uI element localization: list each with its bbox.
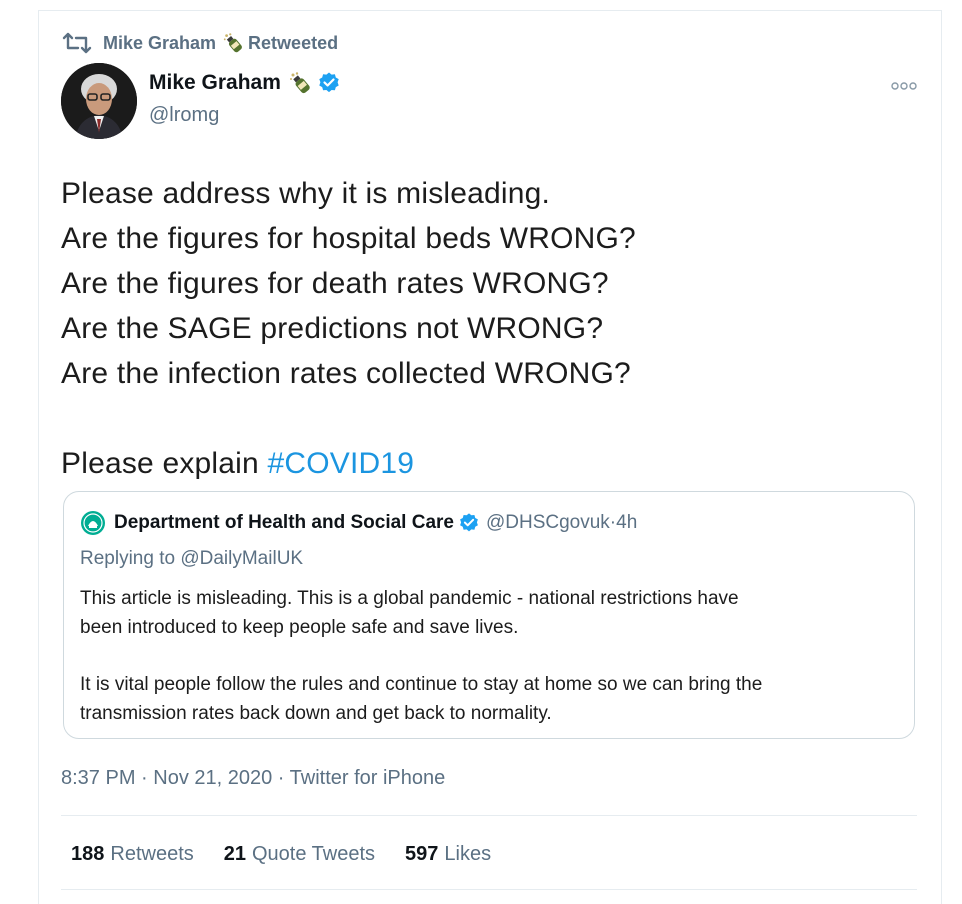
retweet-context[interactable]: Mike Graham Retweeted (61, 31, 338, 55)
divider (61, 815, 917, 816)
bottle-emoji-icon (289, 72, 310, 94)
quoted-tweet-header: Department of Health and Social Care @DH… (80, 510, 637, 536)
hashtag-link[interactable]: #COVID19 (267, 447, 414, 480)
replying-to[interactable]: Replying to @DailyMailUK (80, 548, 303, 570)
tweet-text: Please address why it is misleading. Are… (61, 171, 921, 486)
likes-count: 597 (405, 843, 439, 865)
tweet-closing-line: Please explain #COVID19 (61, 441, 921, 486)
quoted-author-name[interactable]: Department of Health and Social Care (114, 512, 454, 534)
quoted-tweet-text: This article is misleading. This is a gl… (80, 584, 910, 728)
verified-badge-icon (319, 72, 339, 93)
tweet-line: Are the infection rates collected WRONG? (61, 357, 631, 390)
retweets-count: 188 (71, 843, 105, 865)
tweet-line: Are the figures for hospital beds WRONG? (61, 222, 636, 255)
author-name-row[interactable]: Mike Graham (149, 71, 341, 95)
retweeted-label: Retweeted (248, 32, 339, 53)
tweet-closing-text: Please explain (61, 447, 268, 480)
quoted-text-line: It is vital people follow the rules and … (80, 674, 763, 695)
likes-label: Likes (444, 843, 492, 865)
quoted-author-handle[interactable]: @DHSCgovuk (486, 512, 610, 534)
tweet-card: Mike Graham Retweeted Mike Graham @lromg… (38, 10, 942, 904)
quoted-text-line: transmission rates back down and get bac… (80, 703, 552, 724)
quoted-text-line: been introduced to keep people safe and … (80, 617, 519, 638)
likes-stat[interactable]: 597 Likes (405, 843, 491, 866)
quote-tweets-count: 21 (223, 843, 246, 865)
tweet-line: Please address why it is misleading. (61, 177, 551, 210)
avatar[interactable] (61, 63, 137, 139)
quoted-text-line: This article is misleading. This is a gl… (80, 588, 739, 609)
author-display-name[interactable]: Mike Graham (149, 71, 281, 95)
quoted-tweet-time[interactable]: 4h (616, 512, 637, 534)
engagement-stats: 188 Retweets 21 Quote Tweets 597 Likes (71, 843, 521, 866)
dhsc-crest-icon (81, 511, 105, 535)
retweets-stat[interactable]: 188 Retweets (71, 843, 194, 866)
author-handle[interactable]: @lromg (149, 104, 219, 127)
divider (61, 889, 917, 890)
avatar-image (61, 63, 137, 139)
bottle-emoji-icon (223, 33, 242, 53)
tweet-line: Are the SAGE predictions not WRONG? (61, 312, 604, 345)
tweet-line: Are the figures for death rates WRONG? (61, 267, 609, 300)
retweets-label: Retweets (110, 843, 194, 865)
retweet-icon (62, 32, 92, 54)
tweet-timestamp[interactable]: 8:37 PM · Nov 21, 2020 · Twitter for iPh… (61, 767, 445, 790)
retweeter-name: Mike Graham (103, 32, 217, 53)
quote-tweets-stat[interactable]: 21 Quote Tweets (224, 843, 375, 866)
more-options-icon[interactable] (891, 81, 917, 91)
quoted-tweet[interactable]: Department of Health and Social Care @DH… (63, 491, 915, 739)
verified-badge-icon (460, 513, 478, 532)
quote-tweets-label: Quote Tweets (252, 843, 376, 865)
